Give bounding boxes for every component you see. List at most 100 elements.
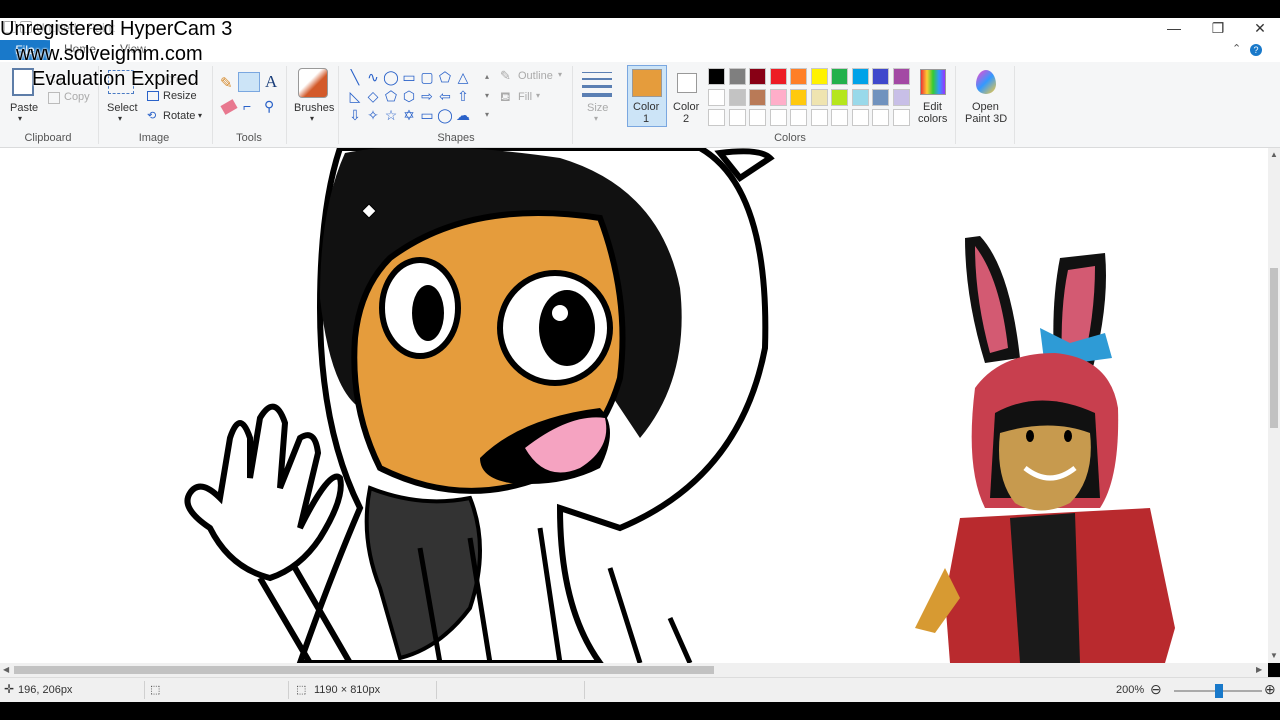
zoom-in-icon[interactable]: ⊕ (1264, 681, 1276, 698)
rectangle-shape-icon[interactable]: ▭ (400, 68, 418, 86)
palette-swatch[interactable] (749, 109, 766, 126)
fill-button[interactable]: Fill (518, 91, 532, 103)
down-arrow-shape-icon[interactable]: ⇩ (346, 106, 364, 124)
magnifier-icon[interactable]: ⚲ (264, 98, 274, 115)
rounded-callout-shape-icon[interactable]: ▭ (418, 106, 436, 124)
fill-dropdown-icon[interactable]: ▾ (536, 91, 540, 100)
paste-icon[interactable] (12, 68, 34, 96)
select-label[interactable]: Select (107, 102, 138, 114)
vertical-scroll-thumb[interactable] (1270, 268, 1278, 428)
right-arrow-shape-icon[interactable]: ⇨ (418, 87, 436, 105)
diamond-shape-icon[interactable]: ◇ (364, 87, 382, 105)
right-triangle-shape-icon[interactable]: ◺ (346, 87, 364, 105)
pentagon-shape-icon[interactable]: ⬠ (382, 87, 400, 105)
palette-swatch[interactable] (892, 109, 910, 126)
zoom-out-icon[interactable]: ⊖ (1150, 681, 1162, 698)
palette-swatch[interactable] (872, 68, 889, 85)
palette-swatch[interactable] (892, 88, 910, 106)
palette-swatch[interactable] (831, 88, 848, 106)
horizontal-scrollbar[interactable]: ◀ ▶ (0, 663, 1268, 677)
color1-swatch[interactable] (632, 69, 662, 97)
color2-swatch[interactable] (677, 73, 697, 93)
zoom-slider-thumb[interactable] (1215, 684, 1223, 698)
palette-swatch[interactable] (769, 109, 787, 126)
palette-swatch[interactable] (892, 68, 910, 85)
eraser-icon[interactable] (220, 99, 238, 115)
triangle-shape-icon[interactable]: △ (454, 68, 472, 86)
brushes-dropdown-icon[interactable]: ▾ (310, 114, 314, 123)
cloud-callout-shape-icon[interactable]: ☁ (454, 106, 472, 124)
brushes-label[interactable]: Brushes (294, 102, 334, 114)
six-point-star-shape-icon[interactable]: ✡ (400, 106, 418, 124)
shapes-scroll-up-icon[interactable]: ▴ (478, 68, 496, 86)
palette-swatch[interactable] (769, 68, 787, 85)
edit-colors-label-2[interactable]: colors (918, 113, 947, 125)
edit-colors-label-1[interactable]: Edit (923, 101, 942, 113)
shapes-more-icon[interactable]: ▾ (478, 106, 496, 124)
size-icon[interactable] (582, 72, 612, 98)
scroll-up-icon[interactable]: ▲ (1270, 150, 1278, 159)
palette-swatch[interactable] (749, 88, 766, 106)
rotate-dropdown-icon[interactable]: ▾ (198, 111, 202, 120)
maximize-button[interactable]: ❐ (1196, 18, 1240, 38)
palette-swatch[interactable] (831, 109, 848, 126)
palette-swatch[interactable] (728, 68, 746, 85)
palette-swatch[interactable] (810, 109, 828, 126)
scroll-right-icon[interactable]: ▶ (1256, 665, 1262, 674)
shapes-gallery[interactable]: ╲ ∿ ◯ ▭ ▢ ⬠ △ ◺ ◇ ⬠ ⬡ ⇨ ⇦ ⇧ ⇩ ✧ ☆ ✡ ▭ ◯ … (346, 68, 496, 126)
open-paint3d-label-2[interactable]: Paint 3D (965, 113, 1007, 125)
horizontal-scroll-thumb[interactable] (14, 666, 714, 674)
palette-swatch[interactable] (790, 88, 807, 106)
color-picker-icon[interactable]: ⌐ (243, 98, 251, 114)
paste-label[interactable]: Paste (10, 102, 38, 114)
size-dropdown-icon[interactable]: ▾ (594, 114, 598, 123)
line-shape-icon[interactable]: ╲ (346, 68, 364, 86)
fill-bucket-icon[interactable] (238, 72, 260, 92)
four-point-star-shape-icon[interactable]: ✧ (364, 106, 382, 124)
palette-swatch[interactable] (728, 109, 746, 126)
oval-callout-shape-icon[interactable]: ◯ (436, 106, 454, 124)
up-arrow-shape-icon[interactable]: ⇧ (454, 87, 472, 105)
vertical-scrollbar[interactable]: ▲ ▼ (1268, 148, 1280, 663)
select-dropdown-icon[interactable]: ▾ (118, 114, 122, 123)
edit-colors-icon[interactable] (920, 69, 946, 95)
palette-swatch[interactable] (790, 68, 807, 85)
curve-shape-icon[interactable]: ∿ (364, 68, 382, 86)
palette-swatch[interactable] (810, 68, 828, 85)
rotate-button[interactable]: Rotate (163, 110, 195, 122)
palette-swatch[interactable] (708, 68, 725, 85)
five-point-star-shape-icon[interactable]: ☆ (382, 106, 400, 124)
resize-button[interactable]: Resize (163, 90, 197, 102)
text-icon[interactable]: A (265, 72, 277, 92)
size-label[interactable]: Size (587, 102, 608, 114)
palette-swatch[interactable] (708, 88, 725, 106)
palette-swatch[interactable] (872, 109, 889, 126)
open-paint3d-label-1[interactable]: Open (972, 101, 999, 113)
palette-swatch[interactable] (810, 88, 828, 106)
polygon-shape-icon[interactable]: ⬠ (436, 68, 454, 86)
rounded-rect-shape-icon[interactable]: ▢ (418, 68, 436, 86)
help-icon[interactable]: ? (1250, 44, 1262, 56)
palette-swatch[interactable] (708, 109, 725, 126)
paste-dropdown-icon[interactable]: ▾ (18, 114, 22, 123)
outline-button[interactable]: Outline (518, 70, 553, 82)
scroll-left-icon[interactable]: ◀ (3, 665, 9, 674)
pencil-icon[interactable]: ✎ (220, 74, 233, 92)
outline-dropdown-icon[interactable]: ▾ (558, 70, 562, 79)
paint3d-icon[interactable] (976, 70, 996, 94)
collapse-ribbon-icon[interactable]: ⌃ (1232, 42, 1241, 55)
oval-shape-icon[interactable]: ◯ (382, 68, 400, 86)
palette-swatch[interactable] (831, 68, 848, 85)
scroll-down-icon[interactable]: ▼ (1270, 651, 1278, 660)
shapes-scroll-down-icon[interactable]: ▾ (478, 87, 496, 105)
minimize-button[interactable]: — (1152, 18, 1196, 38)
close-button[interactable]: ✕ (1238, 18, 1280, 38)
left-arrow-shape-icon[interactable]: ⇦ (436, 87, 454, 105)
copy-button[interactable]: Copy (64, 91, 90, 103)
palette-swatch[interactable] (728, 88, 746, 106)
hexagon-shape-icon[interactable]: ⬡ (400, 87, 418, 105)
palette-swatch[interactable] (851, 109, 869, 126)
palette-swatch[interactable] (769, 88, 787, 106)
brushes-icon[interactable] (298, 68, 328, 98)
palette-swatch[interactable] (872, 88, 889, 106)
